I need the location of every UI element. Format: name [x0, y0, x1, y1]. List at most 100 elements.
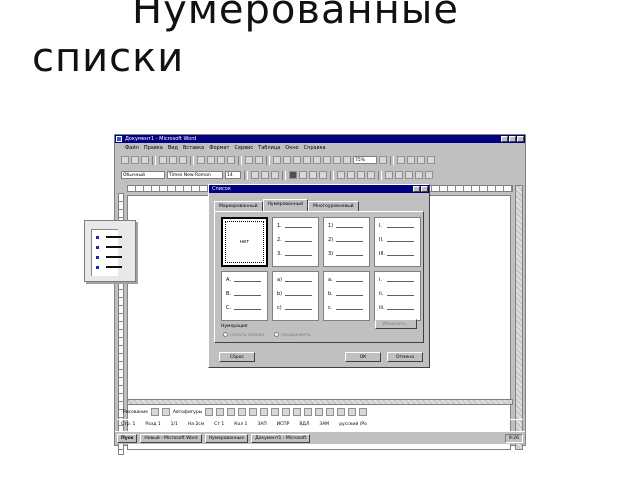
taskbar-item-document1[interactable]: Документ1 - Microsoft	[251, 433, 311, 443]
paste-icon[interactable]	[217, 156, 225, 164]
close-button[interactable]	[517, 136, 524, 142]
tab-bulleted[interactable]: Маркированный	[214, 201, 263, 211]
tab-multilevel[interactable]: Многоуровневый	[308, 201, 359, 211]
show-hide-icon[interactable]	[343, 156, 351, 164]
copy-icon[interactable]	[207, 156, 215, 164]
menu-table[interactable]: Таблица	[258, 144, 280, 152]
horizontal-scrollbar[interactable]	[127, 399, 513, 405]
cancel-button[interactable]: Отмена	[387, 352, 423, 362]
oval-icon[interactable]	[238, 408, 247, 416]
menu-help[interactable]: Справка	[304, 144, 326, 152]
line-color-icon[interactable]	[293, 408, 302, 416]
line-style-icon[interactable]	[315, 408, 324, 416]
menu-file[interactable]: Файл	[125, 144, 139, 152]
font-color-icon[interactable]	[405, 171, 413, 179]
save-icon[interactable]	[141, 156, 149, 164]
justify-icon[interactable]	[319, 171, 327, 179]
drawing-icon[interactable]	[323, 156, 331, 164]
hyperlink-icon[interactable]	[273, 156, 281, 164]
ok-button[interactable]: ОК	[345, 352, 381, 362]
new-doc-icon[interactable]	[121, 156, 129, 164]
textbox-icon[interactable]	[249, 408, 258, 416]
change-button[interactable]: Изменить...	[375, 319, 417, 329]
symbol-icon[interactable]	[415, 171, 423, 179]
numbering-icon[interactable]	[337, 171, 345, 179]
radio-continue[interactable]: продолжить	[274, 332, 311, 338]
reset-button[interactable]: Сброс	[219, 352, 255, 362]
borders-icon[interactable]	[385, 171, 393, 179]
numbering-style-option[interactable]: i. ii. iii.	[374, 271, 421, 321]
help-icon[interactable]	[379, 156, 387, 164]
wordart-icon[interactable]	[260, 408, 269, 416]
align-right-icon[interactable]	[309, 171, 317, 179]
indent-icon[interactable]	[407, 156, 415, 164]
redo-icon[interactable]	[255, 156, 263, 164]
draw-menu[interactable]: Рисование	[123, 410, 148, 415]
font-combo[interactable]: Times New Roman	[167, 171, 223, 179]
arrow-icon[interactable]	[216, 408, 225, 416]
shadow-icon[interactable]	[348, 408, 357, 416]
menu-window[interactable]: Окно	[285, 144, 298, 152]
arrow-style-icon[interactable]	[337, 408, 346, 416]
clipart-icon[interactable]	[271, 408, 280, 416]
maximize-button[interactable]	[509, 136, 516, 142]
numbering-style-option[interactable]: A. B. C.	[221, 271, 268, 321]
format-painter-icon[interactable]	[227, 156, 235, 164]
more-buttons-icon[interactable]	[427, 156, 435, 164]
style-combo[interactable]: Обычный	[121, 171, 165, 179]
dialog-close-button[interactable]	[421, 186, 428, 192]
numbering-style-option[interactable]: a. b. c.	[323, 271, 370, 321]
outdent-icon[interactable]	[417, 156, 425, 164]
numbering-style-none[interactable]: нет	[221, 217, 268, 267]
italic-icon[interactable]	[261, 171, 269, 179]
insert-table-icon[interactable]	[293, 156, 301, 164]
fill-color-icon[interactable]	[282, 408, 291, 416]
minimize-button[interactable]	[501, 136, 508, 142]
select-objects-icon[interactable]	[150, 408, 159, 416]
highlight-icon[interactable]	[395, 171, 403, 179]
numbering-style-option[interactable]: 1) 2) 3)	[323, 217, 370, 267]
line-icon[interactable]	[205, 408, 214, 416]
text-color-icon[interactable]	[304, 408, 313, 416]
zoom-combo[interactable]: 75%	[353, 156, 377, 164]
tables-borders-icon[interactable]	[283, 156, 291, 164]
underline-icon[interactable]	[271, 171, 279, 179]
bullets-icon[interactable]	[347, 171, 355, 179]
bold-icon[interactable]	[251, 171, 259, 179]
doc-map-icon[interactable]	[333, 156, 341, 164]
insert-excel-icon[interactable]	[303, 156, 311, 164]
menu-view[interactable]: Вид	[168, 144, 178, 152]
preview-icon[interactable]	[169, 156, 177, 164]
rectangle-icon[interactable]	[227, 408, 236, 416]
align-icon[interactable]	[397, 156, 405, 164]
taskbar-item-word-new[interactable]: Новый - Microsoft Word	[140, 433, 202, 443]
menu-format[interactable]: Формат	[209, 144, 229, 152]
align-left-icon[interactable]	[289, 171, 297, 179]
tab-numbered[interactable]: Нумерованный	[262, 199, 309, 211]
undo-icon[interactable]	[245, 156, 253, 164]
dash-style-icon[interactable]	[326, 408, 335, 416]
3d-icon[interactable]	[359, 408, 368, 416]
align-center-icon[interactable]	[299, 171, 307, 179]
spellcheck-icon[interactable]	[179, 156, 187, 164]
numbering-style-option[interactable]: 1. 2. 3.	[272, 217, 319, 267]
open-icon[interactable]	[131, 156, 139, 164]
columns-icon[interactable]	[313, 156, 321, 164]
more-format-icon[interactable]	[425, 171, 433, 179]
autoshapes-menu[interactable]: Автофигуры	[173, 410, 202, 415]
start-button[interactable]: Пуск	[117, 433, 138, 443]
numbering-style-option[interactable]: I. II. III.	[374, 217, 421, 267]
radio-restart[interactable]: начать заново	[223, 332, 264, 338]
menu-insert[interactable]: Вставка	[183, 144, 204, 152]
print-icon[interactable]	[159, 156, 167, 164]
increase-indent-icon[interactable]	[367, 171, 375, 179]
numbering-style-option[interactable]: a) b) c)	[272, 271, 319, 321]
decrease-indent-icon[interactable]	[357, 171, 365, 179]
free-rotate-icon[interactable]	[161, 408, 170, 416]
size-combo[interactable]: 14	[225, 171, 241, 179]
dialog-help-button[interactable]	[413, 186, 420, 192]
cut-icon[interactable]	[197, 156, 205, 164]
taskbar-item-numbered[interactable]: Нумерованные	[204, 433, 249, 443]
menu-tools[interactable]: Сервис	[234, 144, 253, 152]
menu-edit[interactable]: Правка	[144, 144, 163, 152]
